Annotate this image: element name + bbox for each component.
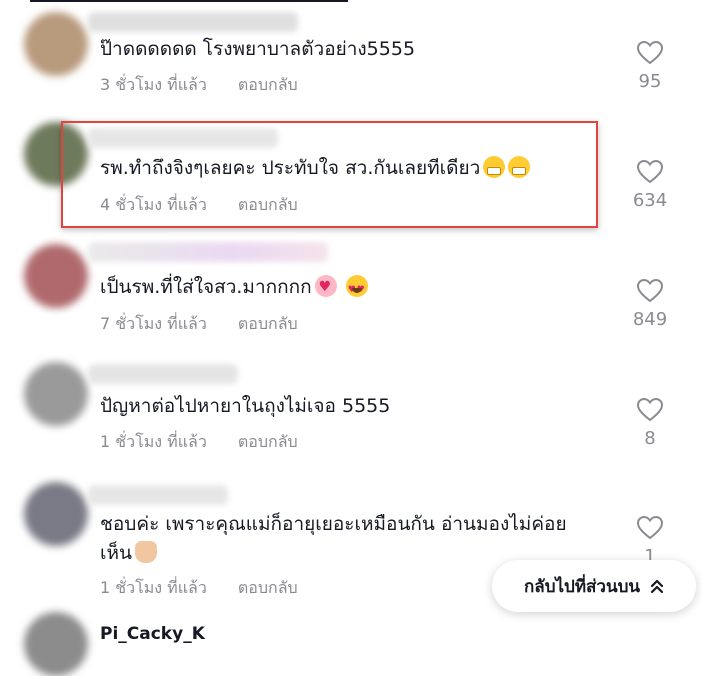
- comment-time: 1 ชั่วโมง ที่แล้ว: [100, 432, 207, 451]
- tab-underline: [30, 0, 348, 2]
- username-blurred[interactable]: [88, 485, 228, 505]
- avatar[interactable]: [24, 482, 88, 546]
- heart-icon[interactable]: [637, 160, 663, 184]
- reply-button[interactable]: ตอบกลับ: [238, 312, 298, 337]
- back-to-top-button[interactable]: กลับไปที่ส่วนบน: [492, 560, 696, 612]
- heart-icon[interactable]: [637, 398, 663, 422]
- smiling-face-with-hearts-icon: [314, 273, 337, 302]
- heart-icon[interactable]: [637, 279, 663, 303]
- reply-button[interactable]: ตอบกลับ: [238, 73, 298, 98]
- username-blurred[interactable]: [88, 364, 238, 384]
- next-comment-username[interactable]: Pi_Cacky_K: [100, 624, 205, 644]
- avatar[interactable]: [24, 244, 88, 308]
- comment-text-content: ชอบค่ะ เพราะคุณแม่ก็อายุเยอะเหมือนกัน อ่…: [100, 513, 567, 564]
- heart-icon[interactable]: [637, 41, 663, 65]
- double-chevron-up-icon: [650, 579, 664, 594]
- heart-icon[interactable]: [637, 516, 663, 540]
- reply-button[interactable]: ตอบกลับ: [238, 430, 298, 455]
- comment-text-content: เป็นรพ.ที่ใส่ใจสว.มากกกก: [100, 276, 312, 298]
- comment-text: เป็นรพ.ที่ใส่ใจสว.มากกกก: [100, 273, 592, 305]
- username-blurred[interactable]: [88, 242, 328, 262]
- like-count: 849: [632, 309, 668, 330]
- back-to-top-label: กลับไปที่ส่วนบน: [523, 576, 640, 597]
- comment-text: ปัญหาต่อไปหายาในถุงไม่เจอ 5555: [100, 395, 391, 417]
- avatar[interactable]: [24, 612, 88, 676]
- username-blurred[interactable]: [88, 12, 298, 32]
- thumbs-up-icon: [135, 541, 158, 563]
- comment-text: ป๊าดดดดดด โรงพยาบาลตัวอย่าง5555: [100, 38, 416, 60]
- comment-time: 3 ชั่วโมง ที่แล้ว: [100, 75, 207, 94]
- heart-eyes-emoji-icon: [345, 275, 368, 305]
- comment-time: 7 ชั่วโมง ที่แล้ว: [100, 314, 207, 333]
- avatar[interactable]: [24, 12, 88, 76]
- comment-time: 1 ชั่วโมง ที่แล้ว: [100, 578, 207, 597]
- like-count: 634: [632, 190, 668, 211]
- like-count: 8: [644, 428, 656, 449]
- avatar[interactable]: [24, 362, 88, 426]
- reply-button[interactable]: ตอบกลับ: [238, 576, 298, 601]
- highlight-box: [61, 121, 598, 228]
- like-count: 95: [638, 71, 662, 92]
